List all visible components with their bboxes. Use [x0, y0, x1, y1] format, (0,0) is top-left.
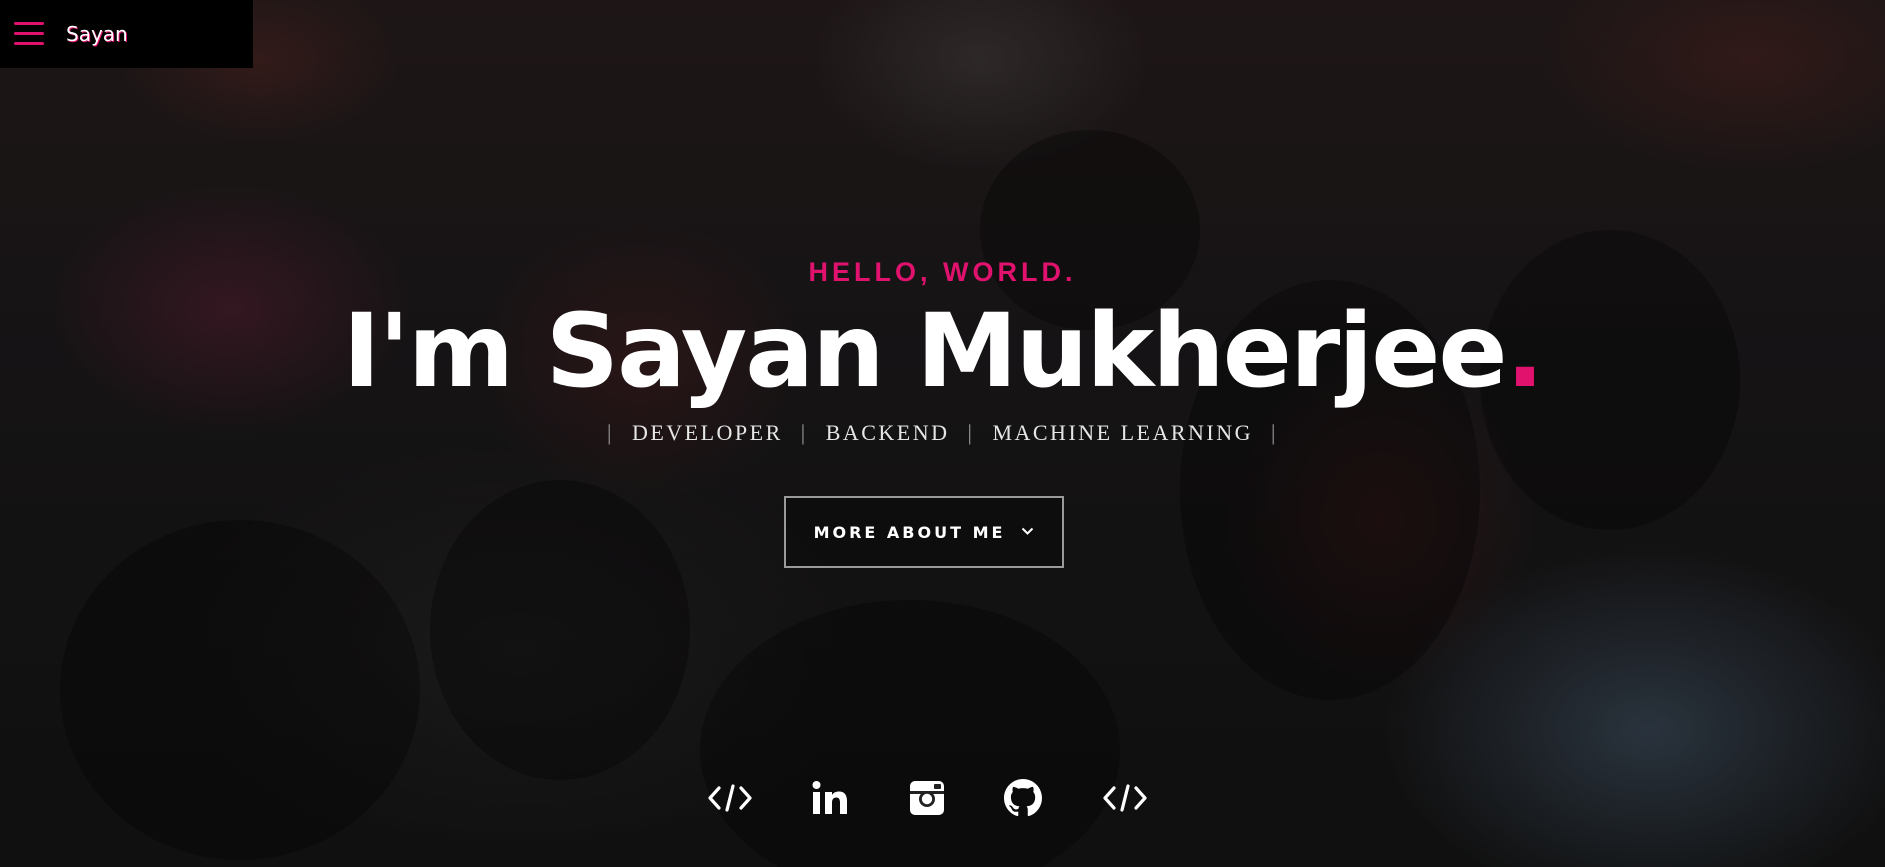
- role-separator: |: [967, 420, 975, 445]
- page: Sayan HELLO, WORLD. I'm Sayan Mukherjee.…: [0, 0, 1885, 867]
- brand-logo[interactable]: Sayan: [66, 22, 128, 46]
- role-item: BACKEND: [825, 420, 950, 445]
- more-about-me-button[interactable]: MORE ABOUT ME: [784, 496, 1064, 568]
- instagram-icon[interactable]: [902, 776, 952, 820]
- chevron-down-icon: [1021, 525, 1034, 540]
- role-item: DEVELOPER: [631, 420, 783, 445]
- code-icon[interactable]: [705, 776, 755, 820]
- role-separator: |: [607, 420, 614, 445]
- hamburger-menu-icon[interactable]: [14, 22, 44, 48]
- hero-content: HELLO, WORLD. I'm Sayan Mukherjee. | DEVE…: [0, 0, 1885, 867]
- top-nav: Sayan: [0, 0, 253, 68]
- hero-heading: I'm Sayan Mukherjee.: [0, 292, 1885, 412]
- github-icon[interactable]: [998, 776, 1048, 820]
- more-about-me-label: MORE ABOUT ME: [813, 522, 1006, 542]
- code-icon[interactable]: [1100, 776, 1150, 820]
- role-item: MACHINE LEARNING: [992, 420, 1254, 445]
- hero-greeting: HELLO, WORLD.: [808, 257, 1077, 287]
- role-separator: |: [800, 420, 808, 445]
- hero-heading-text: I'm Sayan Mukherjee: [342, 292, 1508, 411]
- hero-heading-dot: .: [1505, 292, 1545, 411]
- hero-roles: | DEVELOPER | BACKEND | MACHINE LEARNING |: [0, 420, 1885, 446]
- social-links: [0, 776, 1885, 820]
- role-separator: |: [1271, 420, 1278, 445]
- linkedin-icon[interactable]: [805, 776, 855, 820]
